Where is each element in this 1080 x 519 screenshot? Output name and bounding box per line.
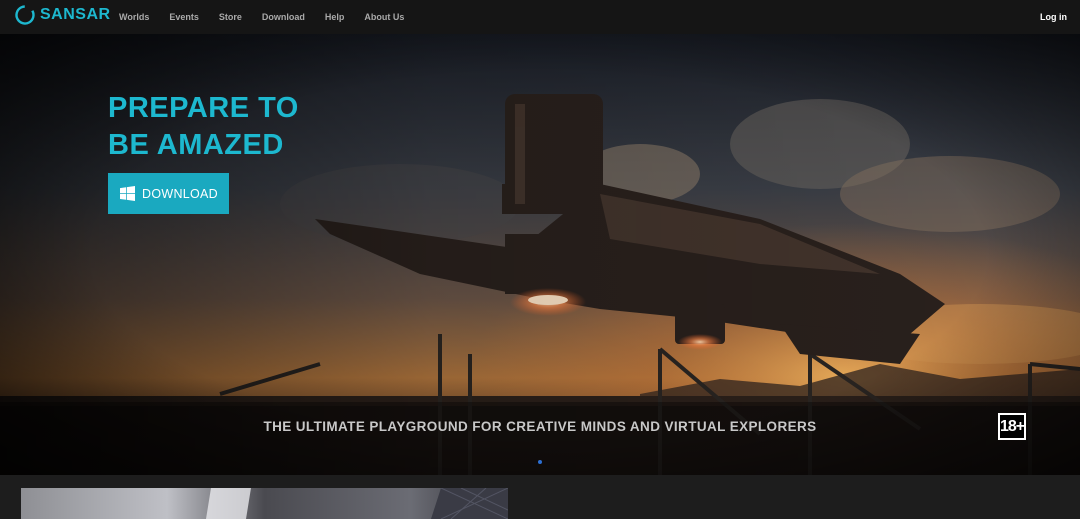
top-navigation-bar: SANSAR Worlds Events Store Download Help… (0, 0, 1080, 34)
nav-item-store[interactable]: Store (219, 12, 242, 22)
nav-item-worlds[interactable]: Worlds (119, 12, 149, 22)
brand-name: SANSAR (40, 6, 111, 23)
main-nav: Worlds Events Store Download Help About … (119, 0, 424, 34)
featured-thumbnail-image (21, 488, 508, 519)
carousel-dot-active[interactable] (538, 460, 542, 464)
download-button-label: DOWNLOAD (142, 186, 219, 201)
hero-tagline: THE ULTIMATE PLAYGROUND FOR CREATIVE MIN… (0, 419, 1080, 434)
windows-logo-icon (120, 186, 135, 201)
nav-item-download[interactable]: Download (262, 12, 305, 22)
hero-title: PREPARE TO BE AMAZED (108, 90, 299, 164)
featured-thumbnail[interactable] (21, 488, 508, 519)
nav-item-about-us[interactable]: About Us (364, 12, 404, 22)
hero-title-line-2: BE AMAZED (108, 129, 284, 161)
nav-item-help[interactable]: Help (325, 12, 345, 22)
hero-tagline-text: THE ULTIMATE PLAYGROUND FOR CREATIVE MIN… (263, 419, 817, 434)
carousel-indicators (0, 460, 1080, 464)
hero-banner: PREPARE TO BE AMAZED DOWNLOAD THE ULTIMA… (0, 34, 1080, 475)
hero-title-line-1: PREPARE TO (108, 92, 299, 124)
age-rating-badge: 18+ (998, 413, 1026, 440)
download-button[interactable]: DOWNLOAD (108, 173, 229, 214)
content-section (0, 475, 1080, 519)
login-link[interactable]: Log in (1040, 0, 1067, 34)
sansar-ring-icon (15, 5, 35, 25)
nav-item-events[interactable]: Events (169, 12, 199, 22)
sansar-logo[interactable]: SANSAR (14, 4, 111, 26)
